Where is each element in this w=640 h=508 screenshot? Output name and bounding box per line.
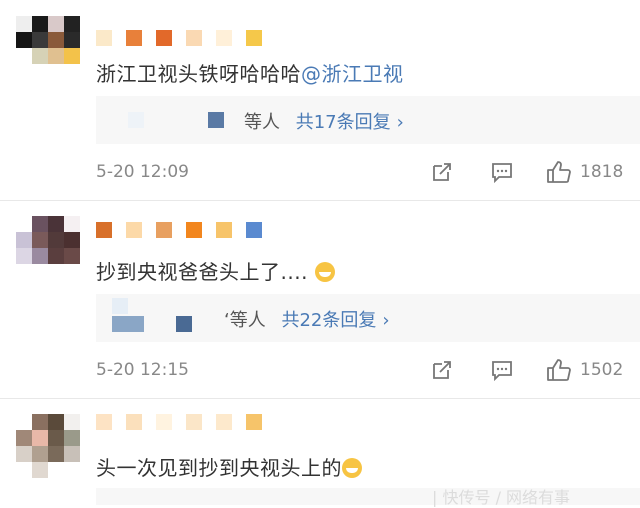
reply-prefix: ‘等人	[224, 310, 266, 331]
timestamp: 5-20 12:09	[96, 162, 189, 182]
comment-body: 浙江卫视头铁呀哈哈哈	[96, 62, 301, 86]
comment-icon	[492, 361, 512, 382]
username-blurred[interactable]	[96, 414, 276, 432]
comment-body: 抄到央视爸爸头上了....	[96, 260, 308, 284]
like-count: 1818	[580, 162, 624, 182]
comment-text: 抄到央视爸爸头上了....	[96, 256, 335, 285]
share-icon	[433, 163, 451, 181]
like-button[interactable]: 1502	[546, 358, 623, 382]
timestamp: 5-20 12:15	[96, 360, 189, 380]
reply-summary[interactable]: ‘等人 共22条回复 ›	[96, 294, 640, 342]
username-blurred[interactable]	[96, 30, 276, 48]
thumbs-up-icon	[547, 161, 571, 183]
share-button[interactable]	[430, 358, 454, 382]
chevron-right-icon: ›	[396, 112, 404, 133]
comment-button[interactable]	[490, 358, 514, 382]
like-count: 1502	[580, 360, 624, 380]
reply-avatar	[208, 112, 224, 128]
reply-prefix: 等人	[244, 112, 280, 133]
comment-icon	[492, 163, 512, 184]
reply-summary[interactable]: 等人 共17条回复 ›	[96, 96, 640, 144]
avatar[interactable]	[16, 216, 80, 280]
reply-avatar	[176, 316, 192, 332]
laugh-cry-emoji	[342, 458, 362, 478]
comment-text: 头一次见到抄到央视头上的	[96, 452, 362, 481]
share-button[interactable]	[430, 160, 454, 184]
comment-button[interactable]	[490, 160, 514, 184]
reply-count[interactable]: 共22条回复	[281, 310, 376, 331]
mention-link[interactable]: @浙江卫视	[301, 62, 404, 86]
reply-avatar	[128, 112, 144, 128]
comment-text: 浙江卫视头铁呀哈哈哈@浙江卫视	[96, 58, 404, 87]
like-button[interactable]: 1818	[546, 160, 623, 184]
username-blurred[interactable]	[96, 222, 276, 240]
avatar[interactable]	[16, 16, 80, 80]
comment-body: 头一次见到抄到央视头上的	[96, 456, 342, 480]
reply-avatar	[112, 316, 144, 332]
chevron-right-icon: ›	[382, 310, 390, 331]
watermark: | 快传号 / 网络有事	[432, 488, 571, 507]
reply-count[interactable]: 共17条回复	[296, 112, 391, 133]
laugh-emoji	[314, 262, 335, 282]
reply-avatar	[112, 298, 128, 314]
thumbs-up-icon	[547, 359, 571, 381]
divider	[0, 398, 640, 399]
share-icon	[433, 361, 451, 379]
divider	[0, 200, 640, 201]
avatar[interactable]	[16, 414, 80, 478]
